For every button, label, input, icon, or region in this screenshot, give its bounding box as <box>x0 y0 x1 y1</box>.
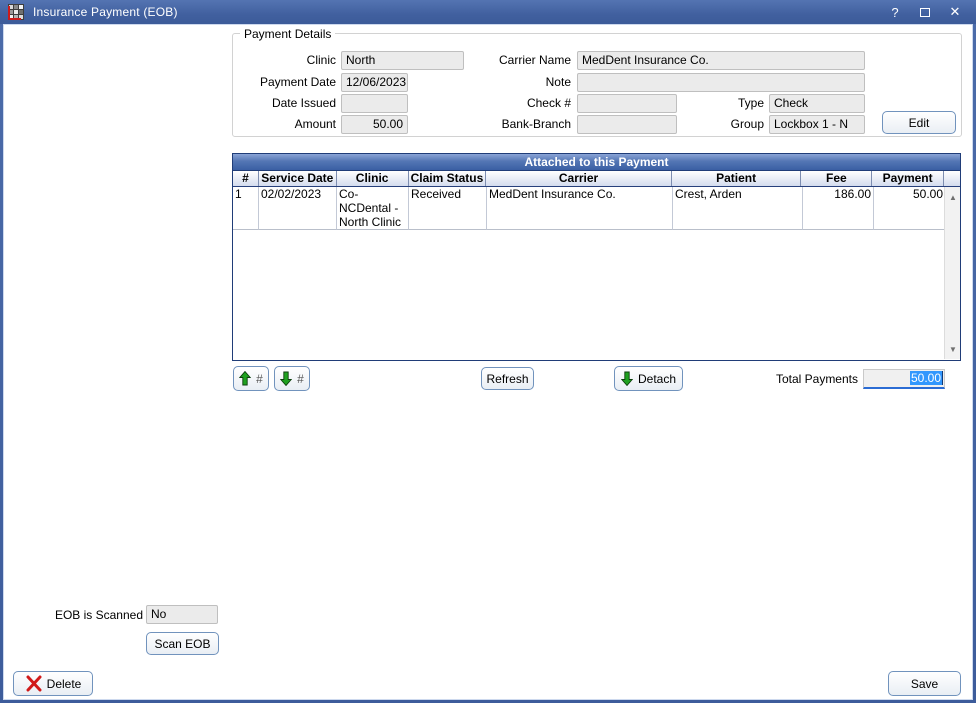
clinic-field: North <box>341 51 464 70</box>
bank-branch-field <box>577 115 677 134</box>
window-controls: ? ✕ <box>880 0 970 24</box>
app-grid-logo-icon <box>8 4 24 20</box>
move-up-button[interactable]: # <box>233 366 269 391</box>
total-payments-selected-value: 50.00 <box>910 371 943 385</box>
total-payments-label: Total Payments <box>758 370 858 389</box>
help-button[interactable]: ? <box>880 0 910 24</box>
clinic-label: Clinic <box>236 51 336 70</box>
delete-label: Delete <box>47 677 82 691</box>
column-header-carrier: Carrier <box>486 171 671 186</box>
type-field: Check <box>769 94 865 113</box>
payment-date-field: 12/06/2023 <box>341 73 408 92</box>
column-header-claim-status: Claim Status <box>409 171 487 186</box>
payment-date-label: Payment Date <box>236 73 336 92</box>
cell-patient: Crest, Arden <box>673 187 803 230</box>
cell-service-date: 02/02/2023 <box>259 187 337 230</box>
column-header-num: # <box>233 171 259 186</box>
save-button[interactable]: Save <box>888 671 961 696</box>
type-label: Type <box>704 94 764 113</box>
total-payments-input[interactable]: 50.00 <box>863 369 945 389</box>
delete-button[interactable]: Delete <box>13 671 93 696</box>
cell-num: 1 <box>233 187 259 230</box>
eob-scanned-field: No <box>146 605 218 624</box>
cell-clinic: Co-NCDental - North Clinic <box>337 187 409 230</box>
column-header-filler <box>944 171 960 186</box>
scroll-up-icon[interactable]: ▲ <box>945 189 960 205</box>
move-up-label: # <box>256 372 263 386</box>
grid-vertical-scrollbar[interactable]: ▲ ▼ <box>944 187 960 359</box>
note-field <box>577 73 865 92</box>
refresh-button[interactable]: Refresh <box>481 367 534 390</box>
column-header-service-date: Service Date <box>259 171 337 186</box>
date-issued-field <box>341 94 408 113</box>
column-header-payment: Payment <box>872 171 944 186</box>
move-down-label: # <box>297 372 304 386</box>
green-down-arrow-icon <box>280 371 292 386</box>
scroll-down-icon[interactable]: ▼ <box>945 341 960 357</box>
window-title: Insurance Payment (EOB) <box>33 5 178 19</box>
column-header-clinic: Clinic <box>337 171 409 186</box>
title-bar: Insurance Payment (EOB) ? ✕ <box>0 0 976 24</box>
carrier-name-label: Carrier Name <box>461 51 571 70</box>
cell-payment: 50.00 <box>874 187 946 230</box>
attached-payments-grid: Attached to this Payment # Service Date … <box>232 153 961 361</box>
group-field: Lockbox 1 - N <box>769 115 865 134</box>
check-number-field <box>577 94 677 113</box>
maximize-icon <box>920 8 930 17</box>
column-header-fee: Fee <box>801 171 872 186</box>
green-up-arrow-icon <box>239 371 251 386</box>
maximize-button[interactable] <box>910 0 940 24</box>
payment-details-label: Payment Details <box>240 27 335 41</box>
note-label: Note <box>461 73 571 92</box>
cell-claim-status: Received <box>409 187 487 230</box>
amount-field: 50.00 <box>341 115 408 134</box>
insurance-payment-eob-window: Insurance Payment (EOB) ? ✕ Payment Deta… <box>0 0 976 703</box>
detach-down-arrow-icon <box>621 371 633 386</box>
eob-scanned-label: EOB is Scanned <box>40 606 143 625</box>
carrier-name-field: MedDent Insurance Co. <box>577 51 865 70</box>
bank-branch-label: Bank-Branch <box>461 115 571 134</box>
grid-header-row: # Service Date Clinic Claim Status Carri… <box>233 171 960 187</box>
grid-title: Attached to this Payment <box>233 154 960 171</box>
grid-body: 1 02/02/2023 Co-NCDental - North Clinic … <box>233 187 960 359</box>
edit-button[interactable]: Edit <box>882 111 956 134</box>
check-number-label: Check # <box>461 94 571 113</box>
cell-carrier: MedDent Insurance Co. <box>487 187 673 230</box>
scan-eob-button[interactable]: Scan EOB <box>146 632 219 655</box>
table-row[interactable]: 1 02/02/2023 Co-NCDental - North Clinic … <box>233 187 960 230</box>
move-down-button[interactable]: # <box>274 366 310 391</box>
close-button[interactable]: ✕ <box>940 0 970 24</box>
detach-label: Detach <box>638 372 676 386</box>
amount-label: Amount <box>236 115 336 134</box>
red-x-icon <box>25 675 42 692</box>
group-label: Group <box>704 115 764 134</box>
date-issued-label: Date Issued <box>236 94 336 113</box>
detach-button[interactable]: Detach <box>614 366 683 391</box>
cell-fee: 186.00 <box>803 187 874 230</box>
column-header-patient: Patient <box>672 171 802 186</box>
